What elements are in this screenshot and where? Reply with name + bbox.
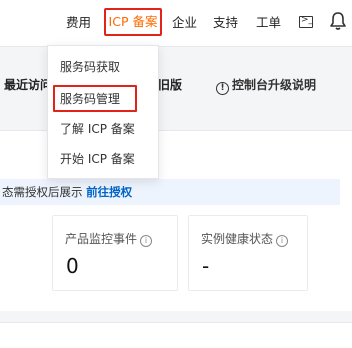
product-monitoring-events-card: 产品监控事件 i 0 bbox=[52, 215, 178, 291]
menu-item-start-icp-filing[interactable]: 开始 ICP 备案 bbox=[60, 150, 135, 168]
version-switch-link[interactable]: 旧版 bbox=[158, 76, 182, 94]
authorization-text: 态需授权后展示 bbox=[2, 185, 83, 199]
go-authorize-link[interactable]: 前往授权 bbox=[86, 185, 132, 199]
lower-card bbox=[0, 322, 352, 348]
top-navigation-bar: 费用 ICP 备案 企业 支持 工单 >_ bbox=[0, 0, 352, 47]
metric-value: - bbox=[202, 254, 210, 278]
metric-label-text: 实例健康状态 bbox=[201, 232, 274, 246]
info-icon: ! bbox=[216, 82, 229, 95]
authorization-banner: 态需授权后展示 前往授权 bbox=[0, 179, 340, 205]
metric-value: 0 bbox=[66, 254, 79, 278]
instance-health-status-card: 实例健康状态 i - bbox=[188, 215, 308, 291]
help-icon[interactable]: i bbox=[140, 235, 153, 247]
metric-label: 实例健康状态 i bbox=[201, 230, 289, 247]
icp-filing-dropdown-menu: 服务码获取 服务码管理 了解 ICP 备案 开始 ICP 备案 bbox=[47, 45, 159, 179]
help-icon[interactable]: i bbox=[276, 235, 289, 247]
nav-item-fees[interactable]: 费用 bbox=[66, 13, 91, 33]
menu-item-get-service-code[interactable]: 服务码获取 bbox=[60, 58, 120, 76]
nav-item-support[interactable]: 支持 bbox=[213, 13, 238, 33]
nav-item-tickets[interactable]: 工单 bbox=[256, 13, 281, 33]
recent-visits-link[interactable]: 最近访问 bbox=[4, 76, 52, 94]
nav-item-enterprise[interactable]: 企业 bbox=[172, 13, 197, 33]
bell-icon[interactable] bbox=[329, 11, 347, 31]
console-upgrade-label: 控制台升级说明 bbox=[232, 78, 317, 92]
terminal-icon[interactable]: >_ bbox=[299, 15, 313, 28]
nav-item-icp-filing[interactable]: ICP 备案 bbox=[104, 8, 162, 36]
metric-label-text: 产品监控事件 bbox=[65, 232, 138, 246]
console-upgrade-notice[interactable]: ! 控制台升级说明 bbox=[216, 76, 316, 95]
metric-label: 产品监控事件 i bbox=[65, 230, 153, 247]
menu-item-manage-service-code[interactable]: 服务码管理 bbox=[60, 90, 120, 108]
menu-item-learn-icp-filing[interactable]: 了解 ICP 备案 bbox=[60, 120, 135, 138]
